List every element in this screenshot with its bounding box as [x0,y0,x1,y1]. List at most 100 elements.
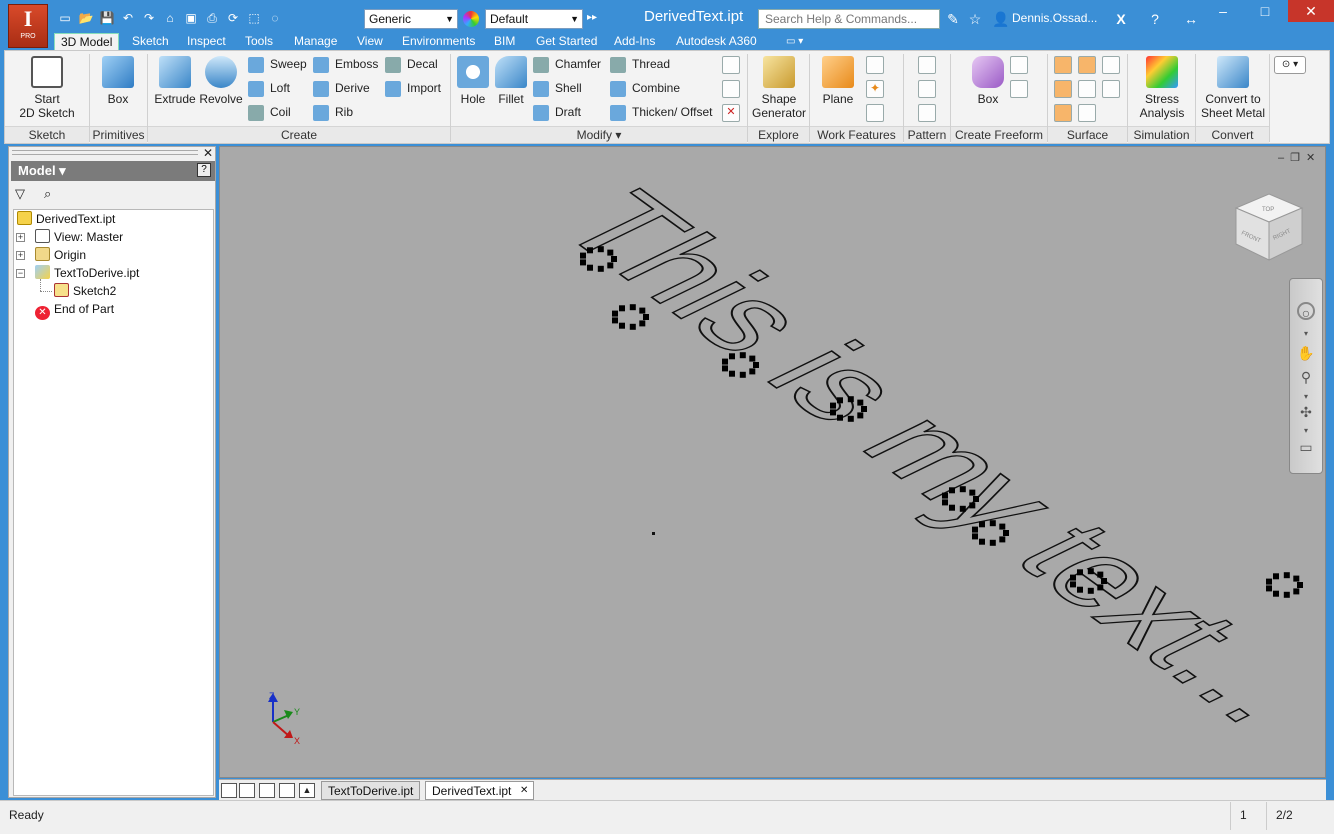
tab-manage[interactable]: Manage [288,33,343,51]
look-at-icon[interactable]: ▭ [1297,438,1315,456]
expand-icon[interactable]: + [16,251,25,260]
sketch-point[interactable] [1293,575,1300,582]
tab-view[interactable]: View [351,33,389,51]
freeform-convert-icon[interactable] [1010,80,1028,98]
stress-analysis-button[interactable]: Stress Analysis [1132,56,1192,120]
sketch-point[interactable] [597,246,604,253]
pan-icon[interactable]: ✋ [1297,344,1315,362]
select-filter-icon[interactable]: ⬚ [245,10,263,26]
sketch-point[interactable] [1087,587,1094,594]
sketch-point[interactable] [739,371,746,378]
sketch-point[interactable] [999,523,1006,530]
sketch-point[interactable] [1273,590,1279,597]
sketch-point[interactable] [959,505,966,512]
sketch-point[interactable] [949,487,955,494]
axis-icon[interactable] [866,56,884,74]
redo-icon[interactable]: ↷ [140,10,158,26]
filter-icon[interactable]: ▽ [15,186,25,202]
convert-sheet-metal-button[interactable]: Convert to Sheet Metal [1198,56,1268,120]
sketch-point[interactable] [972,526,978,533]
sketch-point[interactable] [629,323,636,330]
ribbon-customize-icon[interactable]: ⊙ ▾ [1274,56,1306,74]
stitch-icon[interactable] [1054,56,1072,74]
tile-vertical-icon[interactable] [279,783,295,798]
sketch-point[interactable] [607,262,614,269]
tab-bim[interactable]: BIM [488,33,521,51]
viewcube[interactable]: TOP FRONT RIGHT [1232,190,1306,264]
patch-icon[interactable] [1102,56,1120,74]
sketch-point[interactable] [857,412,864,419]
sketch-point[interactable] [830,409,836,416]
tab-3d-model[interactable]: 3D Model [54,33,120,51]
sketch-point[interactable] [580,252,586,259]
sketch-point[interactable] [607,249,614,256]
sketch-point[interactable] [1273,573,1279,580]
coil-button[interactable]: Coil [248,103,291,123]
hole-button[interactable]: Hole [454,56,492,106]
sketch-point[interactable] [979,538,985,545]
ribbon-options-icon[interactable]: ▭ ▾ [786,36,803,47]
close-tab-icon[interactable]: ✕ [520,782,528,800]
draft-button[interactable]: Draft [533,103,581,123]
tree-node-part[interactable]: DerivedText.ipt [17,211,115,227]
sketch-point[interactable] [979,521,985,528]
sketch-point[interactable] [989,520,996,527]
boundary-patch-icon[interactable] [1054,104,1072,122]
sketch-point[interactable] [629,304,636,311]
help-icon[interactable]: ? [1146,10,1164,28]
delete-face-icon[interactable]: ✕ [722,104,740,122]
sketch-point[interactable] [1297,582,1303,588]
sketch-point[interactable] [949,504,955,511]
sketch-point[interactable] [837,397,843,404]
sketch-point[interactable] [597,265,604,272]
sketch-point[interactable] [1087,568,1094,575]
resize-arrows-icon[interactable]: ↔ [1182,10,1200,28]
sketch-point[interactable] [830,402,836,409]
collapse-icon[interactable]: − [16,269,25,278]
thicken-surface-icon[interactable] [1078,104,1096,122]
window-list-icon[interactable]: ▲ [299,783,315,798]
browser-title[interactable]: Model ▾ [11,161,215,181]
sketch-point[interactable] [857,399,864,406]
overflow-icon[interactable]: ▸▸ [587,12,597,23]
sketch-point[interactable] [612,310,618,317]
emboss-button[interactable]: Emboss [313,55,378,75]
sketch-point[interactable] [1003,530,1009,536]
sketch-point[interactable] [973,496,979,502]
freeform-box-button[interactable]: Box [966,56,1010,106]
favorites-star-icon[interactable]: ☆ [966,10,984,28]
sketch-point[interactable] [729,353,735,360]
tab-add-ins[interactable]: Add-Ins [608,33,661,51]
combine-button[interactable]: Combine [610,79,680,99]
sketch-point[interactable] [1266,578,1272,585]
loft-button[interactable]: Loft [248,79,290,99]
tab-environments[interactable]: Environments [396,33,481,51]
rectangular-pattern-icon[interactable] [918,56,936,74]
sketch-point[interactable] [643,314,649,320]
sketch-point[interactable] [611,256,617,262]
search-input[interactable]: Search Help & Commands... [758,9,940,29]
sketch-point[interactable] [1101,578,1107,584]
color-wheel-icon[interactable] [463,11,479,27]
import-button[interactable]: Import [385,79,441,99]
thicken-offset-button[interactable]: Thicken/ Offset [610,103,712,123]
start-2d-sketch-button[interactable]: Start 2D Sketch [14,56,80,120]
tab-get-started[interactable]: Get Started [530,33,603,51]
sketch-point[interactable] [1266,585,1272,592]
find-binoculars-icon[interactable]: ⌕ [44,186,51,202]
sketch-point[interactable] [587,247,593,254]
shell-button[interactable]: Shell [533,79,582,99]
sketch-point[interactable] [639,320,646,327]
sketch-point[interactable] [999,536,1006,543]
search-bookmark-icon[interactable]: ✎ [944,10,962,28]
ucs-icon[interactable] [866,104,884,122]
group-label-modify[interactable]: Modify ▾ [451,126,747,143]
sketch-point[interactable] [942,499,948,506]
steering-wheel-icon[interactable]: ○ [1297,302,1315,321]
rib-button[interactable]: Rib [313,103,353,123]
sketch-point[interactable] [989,539,996,546]
minimize-button[interactable]: ‒ [1200,0,1246,22]
application-menu-button[interactable]: I PRO [8,4,48,48]
document-tab-derivedtext[interactable]: DerivedText.ipt ✕ [425,781,535,800]
sweep-button[interactable]: Sweep [248,55,307,75]
